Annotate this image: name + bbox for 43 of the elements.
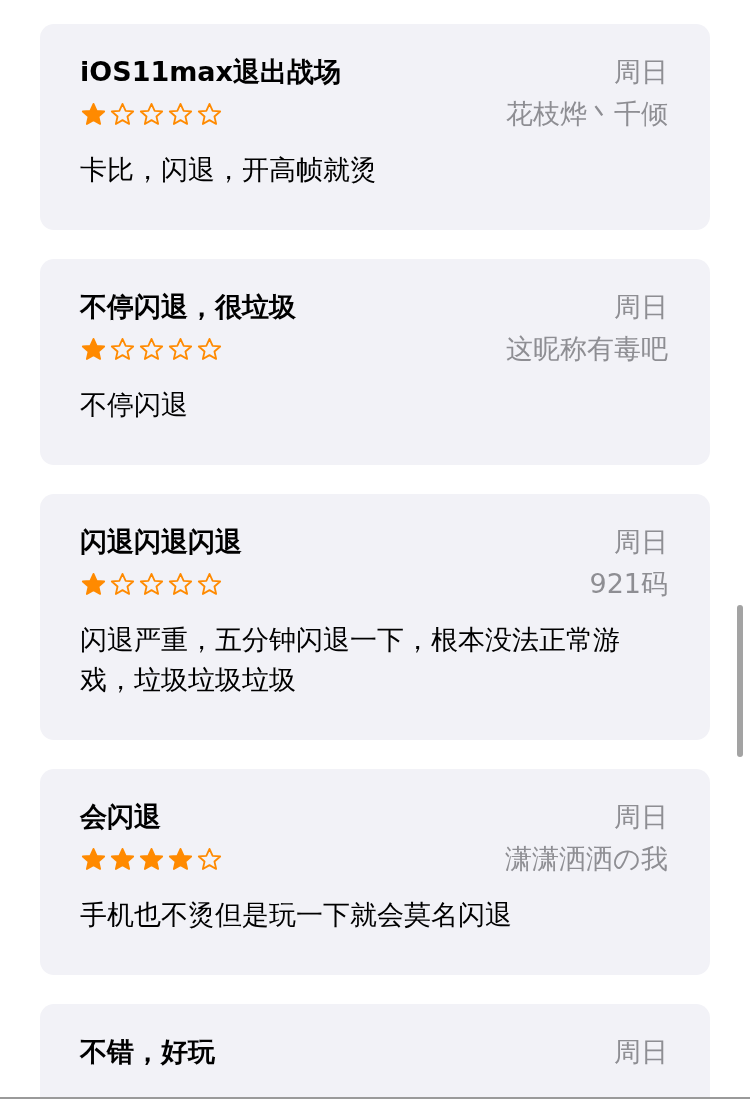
filled-star-icon [80, 335, 107, 363]
empty-star-icon [138, 335, 165, 363]
review-title: iOS11max退出战场 [80, 55, 341, 89]
filled-star-icon [80, 100, 107, 128]
empty-star-icon [109, 570, 136, 598]
empty-star-icon [196, 845, 223, 873]
filled-star-icon [80, 845, 107, 873]
review-date: 周日 [614, 1035, 668, 1069]
review-text: 卡比，闪退，开高帧就烫 [80, 153, 378, 187]
review-card[interactable]: 闪退闪退闪退 周日 921码 闪退严重，五分钟闪退一下，根本没法正常游戏，垃圾垃圾垃圾 [40, 494, 710, 740]
review-card[interactable]: 会闪退 周日 潇潇洒洒の我 手机也不烫但是玩一下就会莫名闪退 [40, 769, 710, 975]
review-date: 周日 [614, 290, 668, 324]
empty-star-icon [167, 570, 194, 598]
review-title: 闪退闪退闪退 [80, 525, 242, 559]
filled-star-icon [80, 570, 107, 598]
filled-star-icon [109, 845, 136, 873]
empty-star-icon [196, 335, 223, 363]
review-title: 会闪退 [80, 800, 161, 834]
review-date: 周日 [614, 55, 668, 89]
review-text: 闪退严重，五分钟闪退一下，根本没法正常游戏，垃圾垃圾垃圾 [80, 623, 621, 697]
empty-star-icon [138, 570, 165, 598]
review-author: 花枝烨丶千倾 [506, 97, 668, 131]
review-date: 周日 [614, 800, 668, 834]
empty-star-icon [196, 100, 223, 128]
review-author: 这昵称有毒吧 [506, 332, 668, 366]
review-text: 不停闪退 [80, 388, 189, 422]
review-title: 不错，好玩 [80, 1035, 215, 1069]
review-text: 手机也不烫但是玩一下就会莫名闪退 [80, 898, 513, 932]
filled-star-icon [167, 845, 194, 873]
review-date: 周日 [614, 525, 668, 559]
review-card[interactable]: iOS11max退出战场 周日 花枝烨丶千倾 卡比，闪退，开高帧就烫 [40, 24, 710, 230]
review-title: 不停闪退，很垃圾 [80, 290, 296, 324]
review-author: 921码 [589, 567, 668, 601]
review-card[interactable]: 不停闪退，很垃圾 周日 这昵称有毒吧 不停闪退 [40, 259, 710, 465]
empty-star-icon [167, 335, 194, 363]
empty-star-icon [109, 100, 136, 128]
review-card[interactable]: 不错，好玩 周日 [40, 1004, 710, 1099]
empty-star-icon [167, 100, 194, 128]
empty-star-icon [138, 100, 165, 128]
review-author: 潇潇洒洒の我 [505, 842, 668, 876]
empty-star-icon [196, 570, 223, 598]
empty-star-icon [109, 335, 136, 363]
filled-star-icon [138, 845, 165, 873]
